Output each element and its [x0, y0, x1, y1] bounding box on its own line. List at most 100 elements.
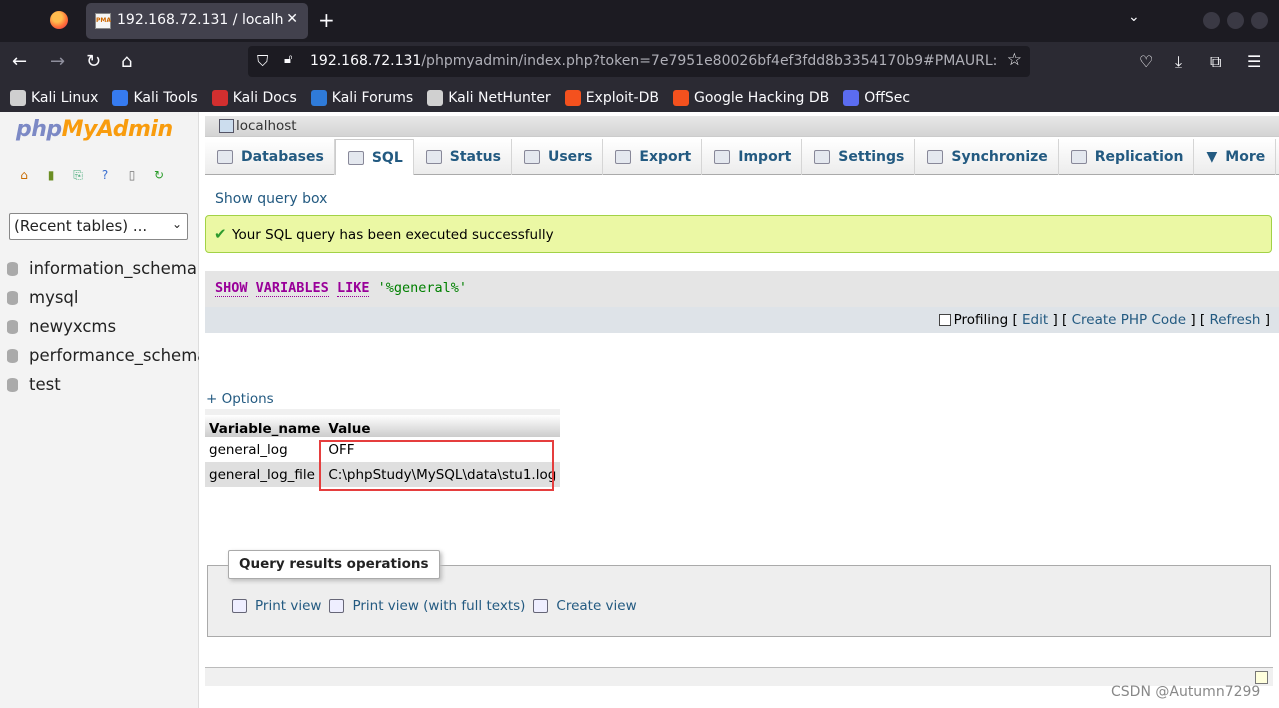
success-message: ✔ Your SQL query has been executed succe…: [205, 215, 1272, 253]
tab-export[interactable]: Export: [603, 139, 703, 175]
tracking-shield-icon[interactable]: ⛉: [257, 52, 268, 70]
tab-sql[interactable]: SQL: [334, 139, 414, 175]
sql-query-display: SHOW VARIABLES LIKE '%general%' Profilin…: [205, 271, 1279, 333]
chevron-down-icon: ⌄: [171, 217, 182, 231]
home-icon[interactable]: ⌂: [121, 51, 132, 72]
create-php-code-link[interactable]: Create PHP Code: [1072, 312, 1186, 328]
printer-icon: [329, 599, 345, 613]
bookmark-kali-docs[interactable]: Kali Docs: [211, 89, 297, 106]
databases-icon: [217, 150, 233, 164]
downloads-icon[interactable]: ⤓: [1175, 52, 1182, 72]
table-cell: general_log: [205, 437, 325, 462]
database-item[interactable]: newyxcms: [0, 312, 199, 341]
sql-keyword[interactable]: SHOW: [215, 280, 248, 297]
database-item[interactable]: test: [0, 370, 199, 399]
column-header[interactable]: Value: [324, 409, 561, 437]
exploit-db-icon: [564, 89, 581, 106]
reload-icon[interactable]: ↻: [86, 51, 101, 72]
kali-dragon-icon: [10, 89, 26, 106]
database-item[interactable]: performance_schema: [0, 341, 199, 370]
minimize-window-button[interactable]: [1203, 12, 1220, 29]
bookmark-kali-forums[interactable]: Kali Forums: [310, 89, 413, 106]
database-list: information_schema mysql newyxcms perfor…: [0, 254, 199, 399]
bookmarks-toolbar: Kali Linux Kali Tools Kali Docs Kali For…: [0, 83, 1279, 112]
ghdb-icon: [672, 89, 689, 106]
bookmark-offsec[interactable]: OffSec: [843, 89, 910, 106]
new-tab-icon[interactable]: +: [318, 8, 335, 32]
users-icon: [523, 150, 540, 164]
tab-title: 192.168.72.131 / localhost / MySQL / php…: [117, 12, 283, 28]
replication-icon: [1070, 150, 1087, 164]
tab-more[interactable]: ▼ More: [1194, 139, 1277, 175]
column-header[interactable]: Variable_name: [205, 409, 325, 437]
extensions-icon[interactable]: ⧉: [1210, 52, 1221, 72]
checkmark-icon: ✔: [214, 225, 227, 243]
insecure-lock-icon[interactable]: 🔓︎: [284, 52, 292, 67]
bookmark-kali-tools[interactable]: Kali Tools: [112, 89, 198, 106]
recent-tables-select[interactable]: (Recent tables) ... ⌄: [9, 213, 188, 240]
database-item[interactable]: information_schema: [0, 254, 199, 283]
profiling-checkbox[interactable]: [938, 314, 951, 326]
maximize-window-button[interactable]: [1227, 12, 1244, 29]
watermark-text: CSDN @Autumn7299: [1111, 684, 1261, 700]
back-arrow-icon[interactable]: ←: [12, 51, 27, 72]
bookmark-google-hacking-db[interactable]: Google Hacking DB: [672, 89, 829, 106]
query-window-icon[interactable]: ⎘: [70, 167, 86, 183]
bookmark-kali-linux[interactable]: Kali Linux: [10, 89, 98, 106]
console-toggle-icon[interactable]: [1255, 671, 1268, 684]
tab-replication[interactable]: Replication: [1059, 139, 1195, 175]
server-icon: [219, 119, 234, 133]
sql-string: '%general%': [377, 280, 468, 296]
create-view-link[interactable]: Create view: [533, 598, 637, 614]
url-bar[interactable]: ⛉ 🔓︎ 192.168.72.131/phpmyadmin/index.php…: [248, 46, 1030, 77]
forward-arrow-icon[interactable]: →: [50, 51, 65, 72]
documentation-icon[interactable]: ▯: [124, 167, 140, 183]
firefox-menu-icon[interactable]: [50, 11, 68, 29]
view-icon: [533, 599, 549, 613]
navigation-icon-row: ⌂ ▮ ⎘ ? ▯ ↻: [16, 167, 167, 183]
url-text[interactable]: 192.168.72.131/phpmyadmin/index.php?toke…: [310, 53, 998, 69]
wrench-icon: [814, 150, 831, 164]
tab-synchronize[interactable]: Synchronize: [915, 139, 1059, 175]
edit-link[interactable]: Edit: [1022, 312, 1048, 328]
print-view-link[interactable]: Print view: [232, 598, 321, 614]
browser-tab[interactable]: PMA 192.168.72.131 / localhost / MySQL /…: [86, 3, 308, 39]
close-window-button[interactable]: [1251, 12, 1268, 29]
sql-keyword[interactable]: LIKE: [336, 280, 370, 297]
tab-databases[interactable]: Databases: [205, 139, 335, 175]
highlight-box: [319, 440, 554, 491]
reload-navigation-icon[interactable]: ↻: [151, 167, 167, 183]
list-all-tabs-icon[interactable]: ⌄: [1128, 9, 1140, 25]
printer-icon: [232, 599, 247, 613]
bookmark-kali-nethunter[interactable]: Kali NetHunter: [427, 89, 551, 106]
sql-icon: [347, 150, 364, 165]
kali-docs-icon: [211, 89, 228, 106]
options-link[interactable]: + Options: [206, 391, 274, 407]
phpmyadmin-favicon-icon: PMA: [95, 13, 111, 29]
print-view-full-link[interactable]: Print view (with full texts): [329, 598, 525, 614]
tab-status[interactable]: Status: [414, 139, 512, 175]
database-item[interactable]: mysql: [0, 283, 199, 312]
server-breadcrumb: localhost: [205, 116, 1279, 137]
show-query-box-link[interactable]: Show query box: [215, 191, 327, 207]
close-tab-icon[interactable]: ✕: [286, 11, 298, 27]
tab-settings[interactable]: Settings: [802, 139, 916, 175]
export-icon: [615, 150, 632, 164]
database-icon: [7, 319, 18, 334]
sql-keyword[interactable]: VARIABLES: [255, 280, 329, 297]
offsec-icon: [843, 89, 860, 106]
server-link[interactable]: localhost: [236, 118, 297, 134]
help-icon[interactable]: ?: [97, 167, 113, 183]
triangle-down-icon: ▼: [1206, 149, 1218, 165]
home-icon[interactable]: ⌂: [16, 167, 32, 183]
hamburger-menu-icon[interactable]: ☰: [1247, 52, 1261, 71]
pocket-icon[interactable]: ♡: [1139, 52, 1153, 71]
query-results-operations-legend: Query results operations: [228, 550, 440, 579]
bookmark-exploit-db[interactable]: Exploit-DB: [564, 89, 659, 106]
tab-import[interactable]: Import: [702, 139, 803, 175]
logout-icon[interactable]: ▮: [43, 167, 59, 183]
phpmyadmin-logo[interactable]: phpMyAdmin: [16, 117, 173, 142]
bookmark-star-icon[interactable]: ☆: [1007, 50, 1022, 70]
refresh-link[interactable]: Refresh: [1209, 312, 1260, 328]
tab-users[interactable]: Users: [512, 139, 604, 175]
